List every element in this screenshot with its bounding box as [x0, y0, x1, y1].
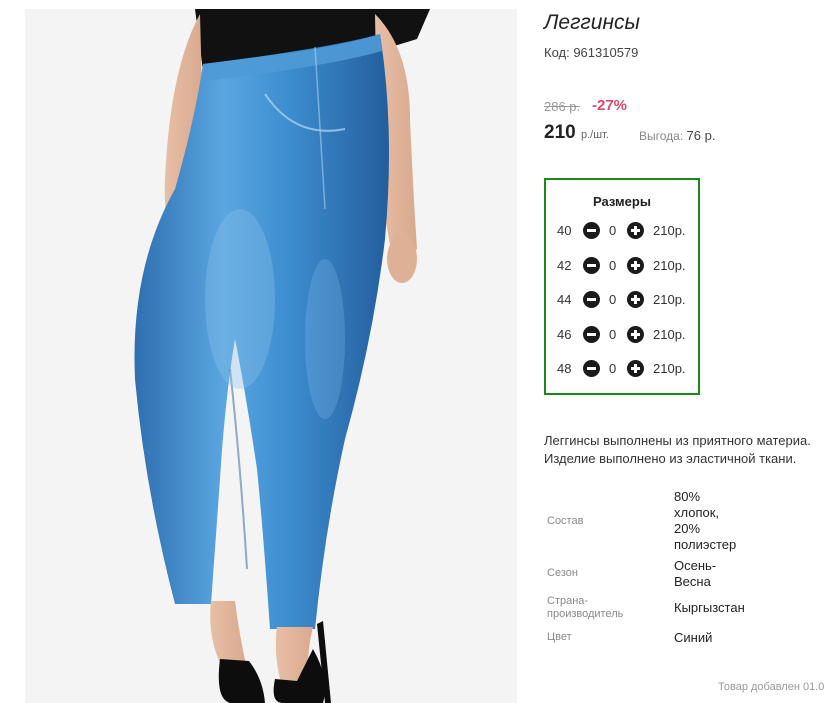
composition-line: полиэстер — [674, 537, 737, 552]
size-quantity: 0 — [609, 327, 617, 342]
size-row: 42 0 210р. — [546, 256, 698, 276]
old-price: 286 р. — [544, 99, 581, 114]
minus-icon[interactable] — [583, 257, 600, 274]
size-quantity: 0 — [609, 292, 617, 307]
size-row: 46 0 210р. — [546, 325, 698, 345]
size-price: 210р. — [653, 292, 686, 307]
composition-line: 80% — [674, 489, 701, 504]
product-code: Код: 961310579 — [544, 45, 639, 60]
plus-icon[interactable] — [627, 291, 644, 308]
size-price: 210р. — [653, 361, 686, 376]
size-label: 40 — [557, 223, 572, 238]
size-row: 48 0 210р. — [546, 359, 698, 379]
size-label: 42 — [557, 258, 572, 273]
composition-line: 20% — [674, 521, 701, 536]
country-label: Страна- производитель — [547, 595, 623, 621]
size-price: 210р. — [653, 258, 686, 273]
minus-icon[interactable] — [583, 222, 600, 239]
size-quantity: 0 — [609, 361, 617, 376]
season-label: Сезон — [547, 567, 578, 579]
current-price: 210 р./шт. — [544, 122, 609, 144]
plus-icon[interactable] — [627, 222, 644, 239]
country-value: Кыргызстан — [674, 600, 745, 615]
size-quantity: 0 — [609, 258, 617, 273]
size-label: 46 — [557, 327, 572, 342]
color-label: Цвет — [547, 631, 572, 643]
benefit: Выгода: 76 р. — [639, 128, 715, 143]
product-title: Леггинсы — [544, 11, 640, 34]
added-date: Товар добавлен 01.0 — [718, 681, 825, 693]
size-label: 48 — [557, 361, 572, 376]
composition-label: Состав — [547, 515, 584, 527]
description-line: Леггинсы выполнены из приятного материа. — [544, 433, 811, 448]
sizes-panel: Размеры 40 0 210р. 42 0 210р. 44 0 210р.… — [544, 178, 700, 395]
color-value: Синий — [674, 630, 713, 645]
benefit-value: 76 р. — [686, 128, 716, 143]
discount-badge: -27% — [592, 97, 628, 114]
size-label: 44 — [557, 292, 572, 307]
country-label-line: производитель — [547, 608, 624, 620]
size-price: 210р. — [653, 327, 686, 342]
price-value: 210 — [544, 122, 576, 143]
composition-value: 80% хлопок, 20% полиэстер — [674, 489, 736, 553]
plus-icon[interactable] — [627, 326, 644, 343]
country-label-line: Страна- — [547, 595, 589, 607]
composition-line: хлопок, — [674, 505, 720, 520]
size-quantity: 0 — [609, 223, 617, 238]
minus-icon[interactable] — [583, 291, 600, 308]
product-description: Леггинсы выполнены из приятного материа.… — [544, 432, 835, 468]
plus-icon[interactable] — [627, 360, 644, 377]
size-price: 210р. — [653, 223, 686, 238]
product-photo[interactable] — [25, 9, 517, 703]
season-line: Весна — [674, 574, 711, 589]
plus-icon[interactable] — [627, 257, 644, 274]
sizes-title: Размеры — [593, 194, 651, 209]
leggings-illustration — [134, 9, 430, 703]
minus-icon[interactable] — [583, 326, 600, 343]
season-value: Осень- Весна — [674, 558, 716, 590]
size-row: 40 0 210р. — [546, 221, 698, 241]
price-unit: р./шт. — [580, 129, 609, 141]
minus-icon[interactable] — [583, 360, 600, 377]
size-row: 44 0 210р. — [546, 290, 698, 310]
description-line: Изделие выполнено из эластичной ткани. — [544, 451, 797, 466]
season-line: Осень- — [674, 558, 717, 573]
benefit-label: Выгода: — [639, 129, 684, 143]
